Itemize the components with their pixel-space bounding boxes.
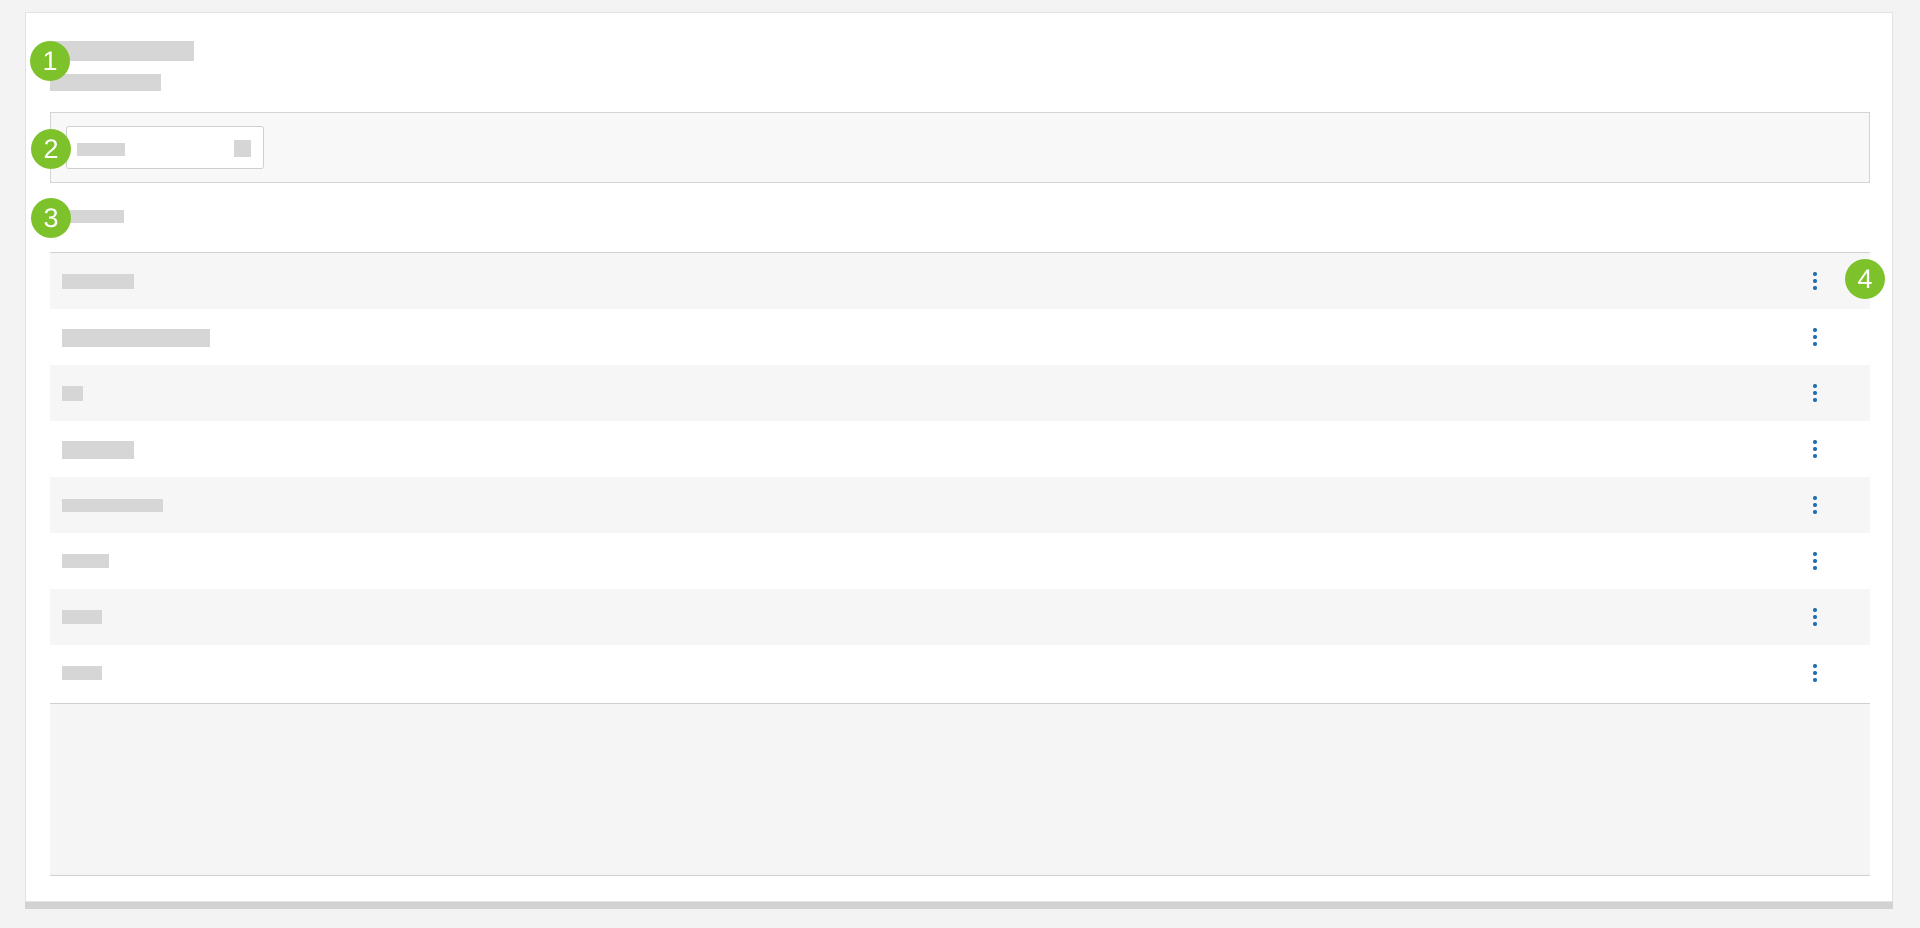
row-label-placeholder xyxy=(62,666,102,680)
kebab-menu-icon[interactable] xyxy=(1808,436,1822,462)
page-title-placeholder xyxy=(50,41,194,61)
kebab-menu-icon[interactable] xyxy=(1808,380,1822,406)
kebab-menu-icon[interactable] xyxy=(1808,492,1822,518)
kebab-menu-icon[interactable] xyxy=(1808,324,1822,350)
filter-bar xyxy=(50,112,1870,183)
row-label-placeholder xyxy=(62,274,134,289)
row-label-placeholder xyxy=(62,610,102,624)
section-label-placeholder xyxy=(67,210,124,223)
table-row[interactable] xyxy=(50,365,1870,421)
kebab-menu-icon[interactable] xyxy=(1808,268,1822,294)
kebab-menu-icon[interactable] xyxy=(1808,548,1822,574)
row-label-placeholder xyxy=(62,554,109,568)
table-row[interactable] xyxy=(50,309,1870,365)
table-empty-area xyxy=(50,703,1870,876)
row-label-placeholder xyxy=(62,386,83,401)
page-subtitle-placeholder xyxy=(50,74,161,91)
table-row[interactable] xyxy=(50,533,1870,589)
callout-badge-3: 3 xyxy=(31,198,71,238)
item-table xyxy=(50,252,1870,701)
table-row[interactable] xyxy=(50,645,1870,701)
kebab-menu-icon[interactable] xyxy=(1808,604,1822,630)
row-label-placeholder xyxy=(62,499,163,512)
table-row[interactable] xyxy=(50,421,1870,477)
table-row[interactable] xyxy=(50,253,1870,309)
filter-dropdown[interactable] xyxy=(66,126,264,169)
filter-dropdown-icon xyxy=(234,140,251,157)
row-label-placeholder xyxy=(62,441,134,459)
callout-badge-4: 4 xyxy=(1845,259,1885,299)
row-label-placeholder xyxy=(62,329,210,347)
table-row[interactable] xyxy=(50,589,1870,645)
table-row[interactable] xyxy=(50,477,1870,533)
filter-dropdown-value-placeholder xyxy=(77,143,125,156)
kebab-menu-icon[interactable] xyxy=(1808,660,1822,686)
horizontal-scrollbar[interactable] xyxy=(25,902,1893,909)
callout-badge-1: 1 xyxy=(30,41,70,81)
callout-badge-2: 2 xyxy=(31,129,71,169)
